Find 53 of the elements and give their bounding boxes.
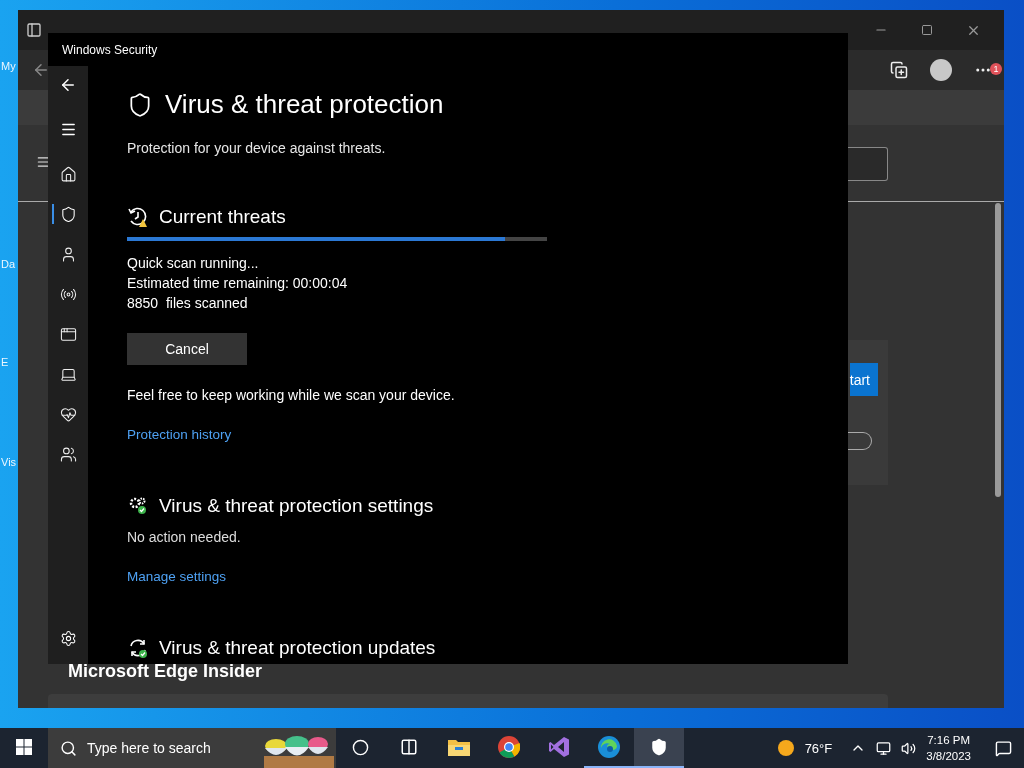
back-icon[interactable] bbox=[32, 61, 50, 79]
refresh-check-icon bbox=[127, 637, 149, 659]
scrollbar[interactable] bbox=[995, 203, 1001, 497]
status-text: 8850 files scanned bbox=[127, 294, 249, 313]
status-text: Quick scan running... bbox=[127, 254, 260, 273]
manage-settings-link[interactable]: Manage settings bbox=[127, 569, 227, 584]
task-view-icon[interactable] bbox=[400, 738, 418, 756]
info-text: Feel free to keep working while we scan your device. bbox=[127, 386, 456, 405]
section-heading: Microsoft Edge Insider bbox=[68, 661, 264, 682]
menu-icon[interactable] bbox=[36, 155, 50, 169]
history-warning-icon bbox=[127, 206, 149, 228]
profile-avatar[interactable] bbox=[930, 59, 952, 81]
chrome-logo-icon[interactable] bbox=[498, 736, 520, 758]
weather-text[interactable]: 76°F bbox=[804, 740, 833, 756]
app-window-icon bbox=[59, 325, 77, 343]
folder-icon[interactable] bbox=[448, 738, 470, 756]
status-text: Estimated time remaining: 00:00:04 bbox=[127, 274, 349, 293]
back-icon bbox=[59, 76, 77, 94]
protection-history-link[interactable]: Protection history bbox=[127, 427, 232, 442]
cancel-button[interactable]: Cancel bbox=[127, 333, 247, 365]
network-icon[interactable] bbox=[876, 740, 892, 756]
search-icon bbox=[60, 739, 77, 757]
windows-logo-icon bbox=[16, 739, 32, 755]
search-field[interactable]: Type here to search bbox=[48, 728, 336, 768]
section-title: Virus & threat protection updates bbox=[159, 637, 436, 659]
start-button[interactable]: tart bbox=[849, 363, 878, 396]
collections-icon[interactable] bbox=[890, 61, 908, 79]
maximize-icon[interactable] bbox=[921, 24, 933, 36]
visual-studio-logo-icon[interactable] bbox=[548, 736, 570, 758]
heart-pulse-icon bbox=[59, 405, 77, 423]
search-field[interactable] bbox=[847, 147, 888, 181]
home-icon bbox=[59, 165, 77, 183]
section-title: Virus & threat protection settings bbox=[159, 495, 434, 517]
sun-icon[interactable] bbox=[776, 739, 795, 757]
notification-badge: 1 bbox=[990, 63, 1002, 75]
sidebar-icon[interactable] bbox=[26, 22, 42, 38]
shield-icon[interactable] bbox=[650, 738, 668, 756]
circle-icon[interactable] bbox=[351, 738, 369, 756]
edge-logo-icon[interactable] bbox=[598, 736, 620, 758]
section-title: Current threats bbox=[159, 206, 286, 228]
clock[interactable]: 7:16 PM 3/8/2023 bbox=[926, 732, 971, 764]
family-icon bbox=[59, 445, 77, 463]
search-placeholder: Type here to search bbox=[87, 740, 211, 756]
shield-icon bbox=[59, 205, 77, 223]
gears-check-icon bbox=[127, 495, 149, 517]
settings-icon bbox=[59, 629, 77, 647]
status-text: No action needed. bbox=[127, 528, 242, 547]
volume-icon[interactable] bbox=[901, 740, 917, 756]
shield-icon bbox=[127, 91, 153, 118]
window-title: Windows Security bbox=[61, 41, 159, 59]
page-title: Virus & threat protection bbox=[165, 89, 444, 120]
page-subtitle: Protection for your device against threats. bbox=[127, 140, 387, 156]
notifications-icon[interactable] bbox=[995, 739, 1012, 757]
